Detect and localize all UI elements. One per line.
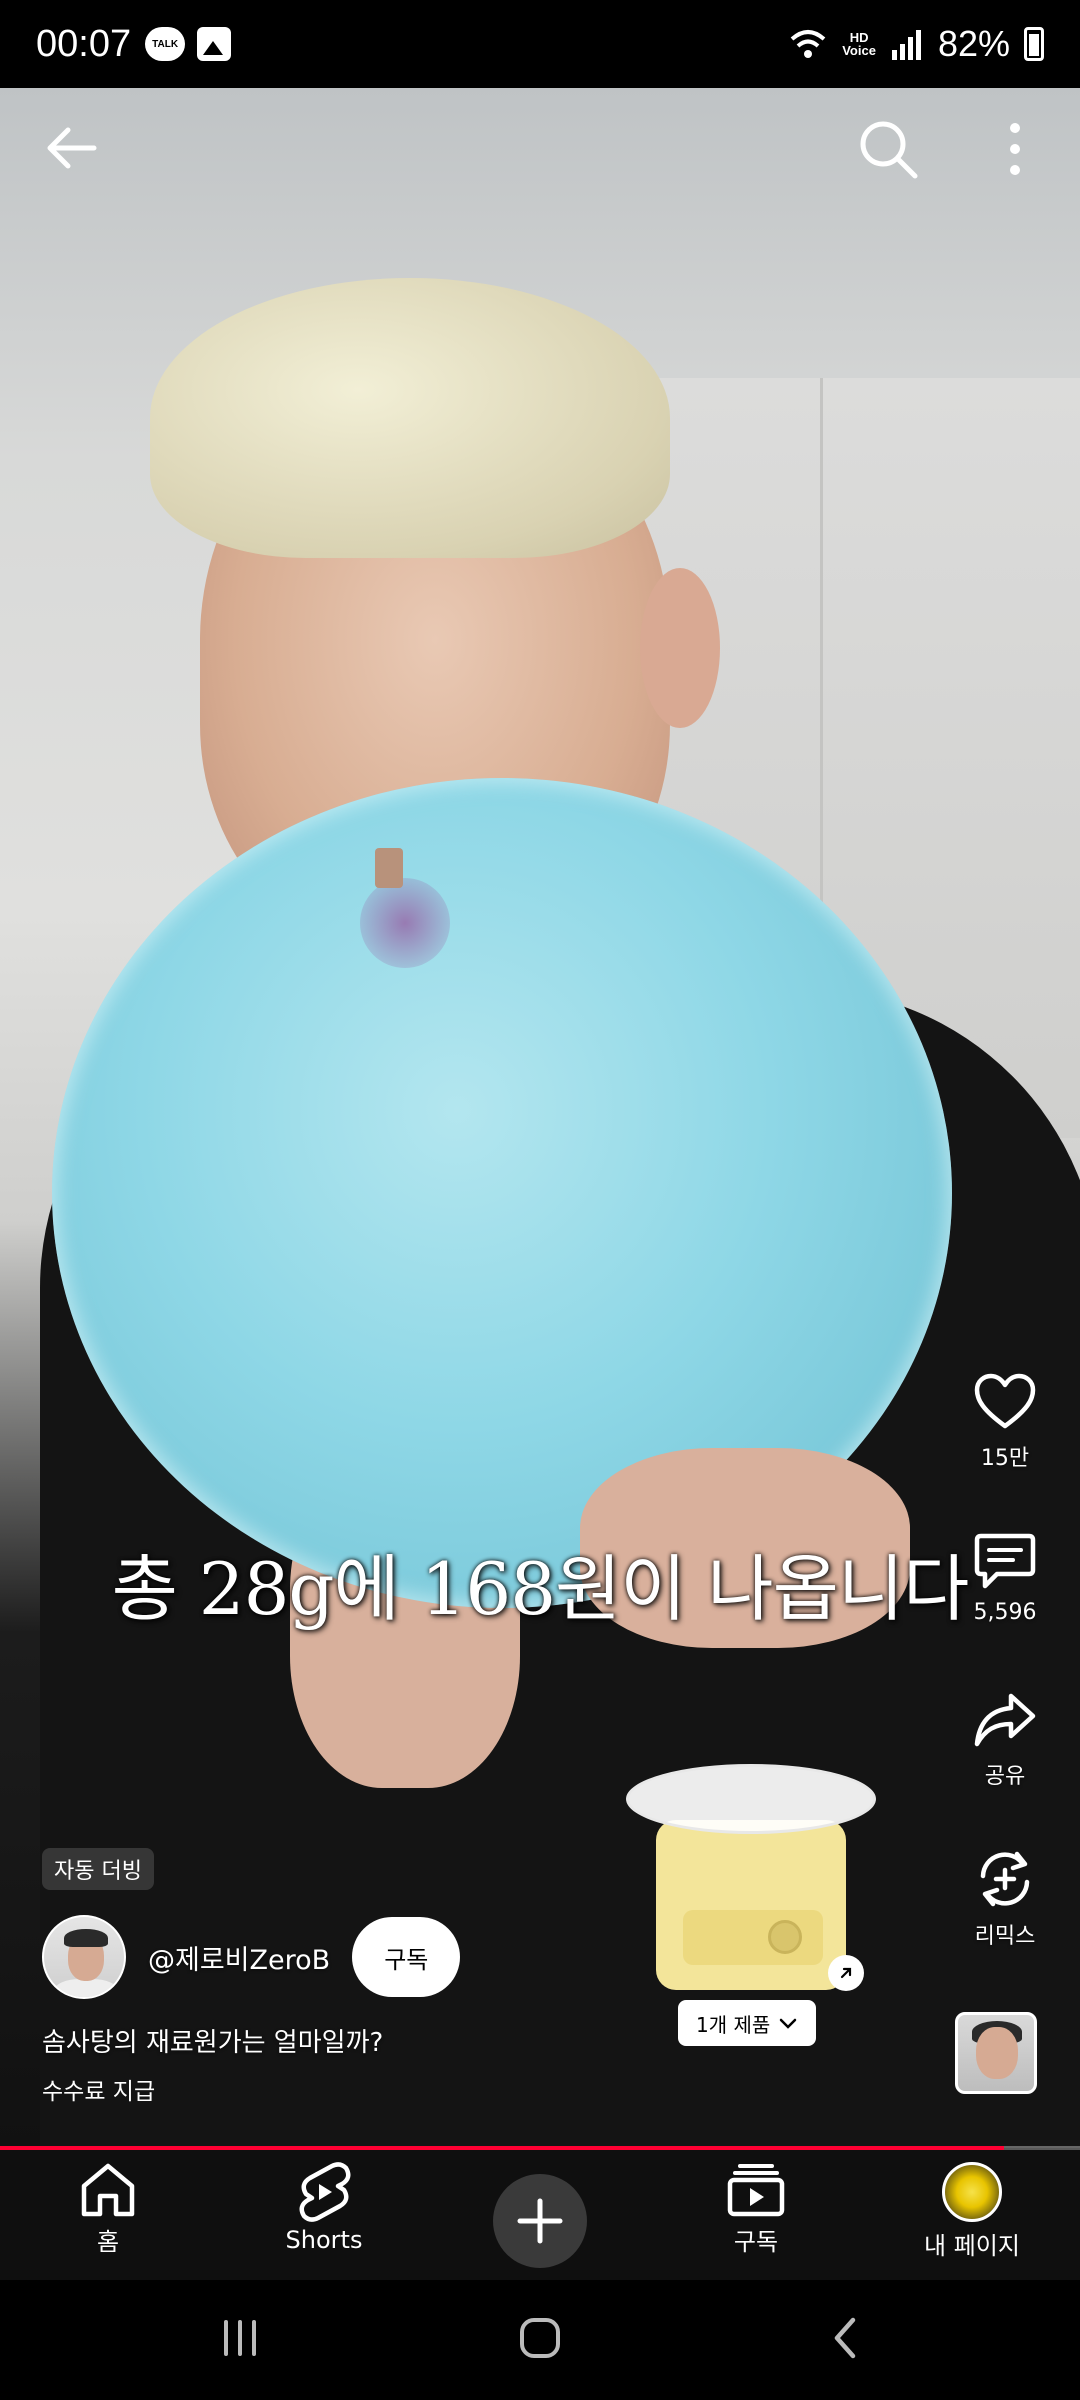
create-button[interactable] (493, 2174, 587, 2268)
shorts-icon (299, 2162, 351, 2222)
channel-row: @제로비ZeroB 구독 (42, 1914, 461, 2000)
nav-shorts[interactable]: Shorts (216, 2150, 432, 2280)
subscriptions-icon (727, 2164, 785, 2217)
signal-icon (891, 30, 921, 60)
channel-avatar[interactable] (42, 1915, 126, 1999)
video-title[interactable]: 솜사탕의 재료원가는 얼마일까? (42, 2022, 383, 2059)
share-label: 공유 (984, 1764, 1026, 1789)
cotton-candy-stain (360, 878, 450, 968)
remix-button[interactable]: 리믹스 (950, 1848, 1060, 1950)
remix-icon (980, 1851, 1030, 1907)
bottom-nav: 홈 Shorts 구독 내 페이지 (0, 2150, 1080, 2280)
home-icon (81, 2163, 135, 2217)
video-caption: 총 28g에 168원이 나옵니다 (111, 1547, 970, 1631)
auto-dub-badge: 자동 더빙 (42, 1848, 154, 1890)
external-link-icon (828, 1955, 864, 1991)
nav-subscriptions-label: 구독 (733, 2228, 779, 2256)
cotton-candy-stick (375, 848, 403, 888)
wifi-icon (790, 30, 826, 58)
product-lid (626, 1764, 876, 1834)
nav-shorts-label: Shorts (285, 2226, 363, 2254)
person-ear (640, 568, 720, 728)
more-vertical-icon (1010, 123, 1020, 175)
back-arrow-icon (47, 127, 97, 169)
comments-button[interactable]: 5,596 (950, 1530, 1060, 1625)
battery-icon (1024, 27, 1044, 61)
product-count-label: 1개 제품 (696, 2012, 771, 2037)
share-icon (974, 1693, 1036, 1747)
remix-label: 리믹스 (974, 1924, 1036, 1949)
product-panel (683, 1910, 823, 1965)
nav-create[interactable] (432, 2150, 648, 2280)
nav-you[interactable]: 내 페이지 (864, 2150, 1080, 2280)
comment-count: 5,596 (973, 1600, 1037, 1625)
hd-voice-icon: HD Voice (842, 31, 876, 57)
person-hair (150, 278, 670, 558)
search-button[interactable] (855, 116, 921, 182)
product-count-chip[interactable]: 1개 제품 (678, 2000, 817, 2046)
like-button[interactable]: 15만 (950, 1372, 1060, 1472)
subscribe-button[interactable]: 구독 (352, 1917, 461, 1997)
channel-name[interactable]: @제로비ZeroB (148, 1938, 330, 1977)
avatar-shirt (54, 1979, 118, 1997)
status-time: 00:07 (36, 22, 132, 65)
like-count: 15만 (980, 1446, 1030, 1471)
recent-apps-button[interactable] (205, 2308, 275, 2368)
status-bar: 00:07 TALK HD Voice 82% (0, 0, 1080, 88)
avatar-hair (64, 1929, 108, 1947)
back-button[interactable] (40, 116, 104, 180)
battery-percent: 82% (937, 23, 1010, 64)
top-controls (0, 110, 1080, 190)
share-button[interactable]: 공유 (950, 1690, 1060, 1790)
home-system-button[interactable] (505, 2308, 575, 2368)
profile-avatar (942, 2162, 1002, 2222)
kakaotalk-notification-icon: TALK (145, 27, 186, 61)
home-square-icon (520, 2318, 560, 2358)
shorts-video[interactable] (0, 88, 1080, 2148)
thumbnail-face (976, 2027, 1018, 2079)
nav-you-label: 내 페이지 (924, 2232, 1020, 2260)
nav-home-label: 홈 (96, 2228, 120, 2256)
nav-home[interactable]: 홈 (0, 2150, 216, 2280)
recent-apps-icon (224, 2320, 256, 2356)
product-thumbnail[interactable] (618, 1750, 878, 2010)
back-chevron-icon (834, 2317, 856, 2359)
paid-promotion-label[interactable]: 수수료 지급 (42, 2072, 155, 2106)
sound-source-thumbnail[interactable] (955, 2012, 1037, 2094)
more-options-button[interactable] (990, 116, 1040, 182)
chevron-down-icon (780, 2018, 797, 2029)
hd-voice-line2: Voice (842, 43, 876, 58)
product-knob (768, 1920, 802, 1954)
plus-icon (517, 2198, 563, 2244)
comment-icon (974, 1533, 1036, 1589)
back-system-button[interactable] (810, 2308, 880, 2368)
system-navigation-bar (0, 2280, 1080, 2400)
search-icon (860, 121, 918, 179)
gallery-notification-icon (197, 27, 232, 61)
nav-subscriptions[interactable]: 구독 (648, 2150, 864, 2280)
heart-icon (974, 1373, 1036, 1429)
